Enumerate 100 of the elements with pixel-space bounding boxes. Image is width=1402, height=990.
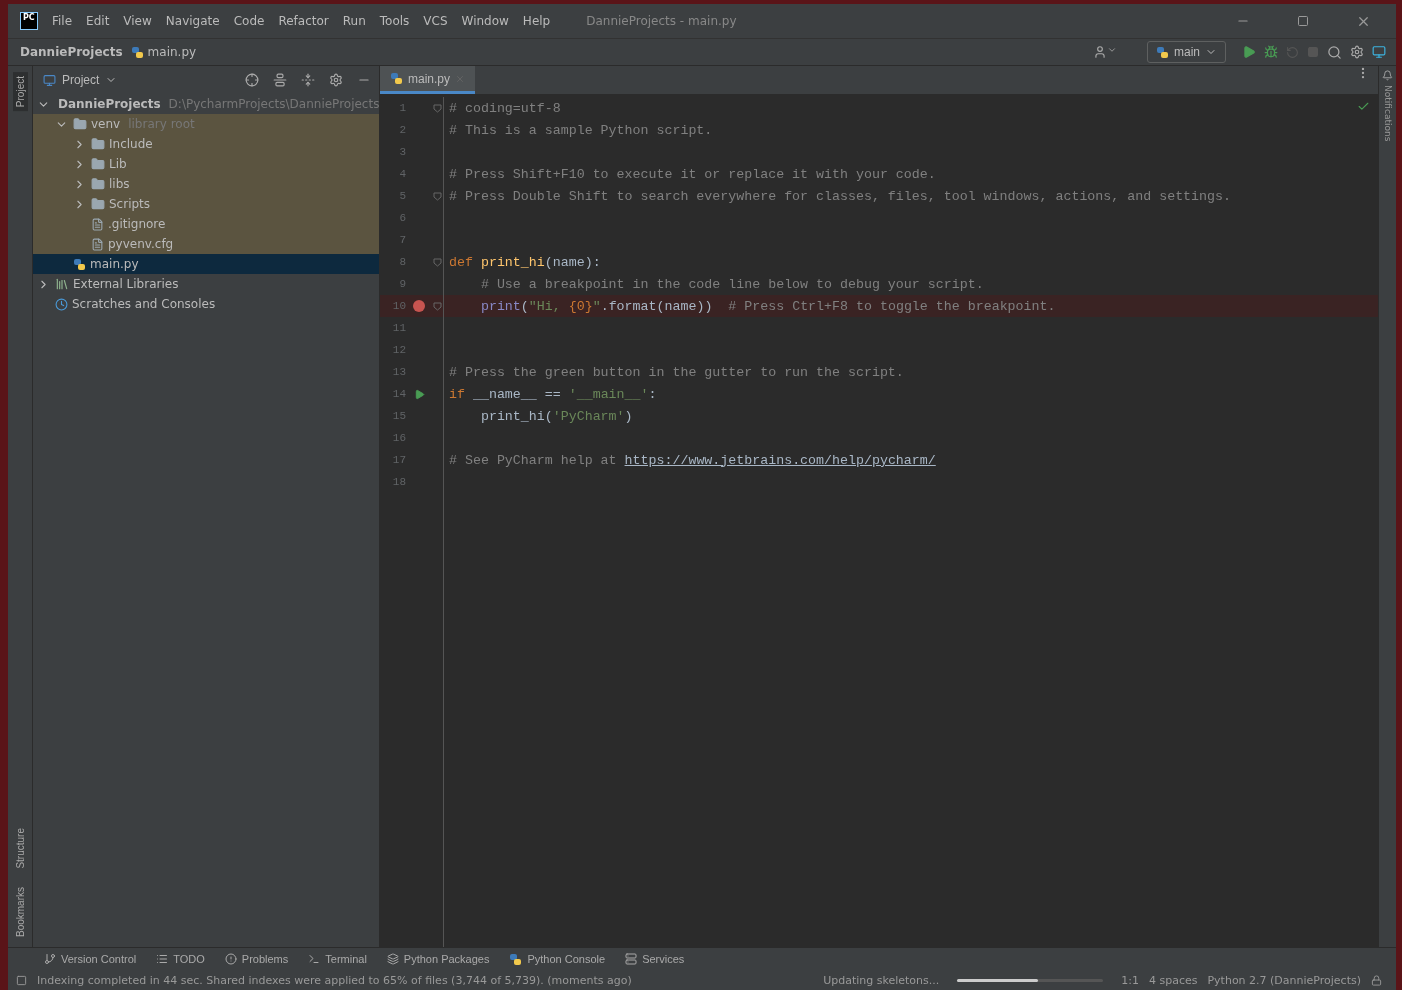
- bell-icon[interactable]: [1382, 70, 1393, 81]
- menu-item[interactable]: View: [123, 14, 152, 28]
- path-hint: D:\PycharmProjects\DannieProjects: [168, 97, 380, 111]
- fold-icon[interactable]: [433, 301, 442, 311]
- tree-item[interactable]: pyvenv.cfg: [33, 234, 379, 254]
- code-token: print_hi(: [479, 408, 553, 424]
- editor-tab[interactable]: main.py: [380, 66, 476, 94]
- folder-icon: [91, 157, 105, 171]
- status-message: Indexing completed in 44 sec. Shared indexes were applied to 65% of files (3,744 of 5,739). (moments ago): [37, 973, 632, 987]
- line-number: 18: [391, 476, 406, 488]
- code-token: print: [479, 298, 521, 314]
- interpreter-setting[interactable]: Python 2.7 (DannieProjects): [1207, 973, 1361, 987]
- code-token: # Use a breakpoint in the code line below to debug your script.: [479, 276, 984, 292]
- code-token: '__main__': [568, 386, 649, 402]
- library-icon: [55, 277, 69, 291]
- line-number: 14: [391, 388, 406, 400]
- tool-window-tab[interactable]: Structure: [12, 824, 28, 873]
- caret-position[interactable]: 1:1: [1121, 973, 1139, 987]
- maximize-icon: [1297, 15, 1309, 27]
- run-config-dropdown[interactable]: main: [1147, 41, 1226, 63]
- code-token: ): [624, 408, 633, 424]
- code-token: # coding=utf-8: [449, 100, 561, 116]
- menu-item[interactable]: Window: [461, 14, 509, 28]
- code-token: (: [520, 298, 529, 314]
- tree-item[interactable]: main.py: [33, 254, 379, 274]
- run-gutter-icon[interactable]: [413, 388, 425, 400]
- tree-item[interactable]: libs: [33, 174, 379, 194]
- menu-item[interactable]: Tools: [379, 14, 410, 28]
- tool-window-button[interactable]: Version Control: [44, 953, 137, 965]
- collapse-all-icon[interactable]: [301, 73, 315, 87]
- tool-window-button[interactable]: Services: [625, 953, 685, 965]
- settings-icon[interactable]: [1350, 45, 1364, 59]
- tree-item[interactable]: Scratches and Consoles: [33, 294, 379, 314]
- bug-icon[interactable]: [1264, 45, 1278, 59]
- tree-item[interactable]: Lib: [33, 154, 379, 174]
- crosshair-icon[interactable]: [245, 73, 259, 87]
- branch-icon: [44, 953, 56, 965]
- code-token: ": [592, 298, 601, 314]
- menu-item[interactable]: Help: [522, 14, 551, 28]
- menu-item[interactable]: File: [52, 14, 73, 28]
- tool-window-button[interactable]: TODO: [156, 953, 205, 965]
- breadcrumb[interactable]: main.py: [130, 45, 197, 59]
- code-token: # This is a sample Python script.: [449, 122, 713, 138]
- menu-item[interactable]: Refactor: [278, 14, 329, 28]
- tree-item[interactable]: Scripts: [33, 194, 379, 214]
- terminal-icon: [308, 953, 321, 965]
- folder-icon: [91, 137, 105, 151]
- folder-icon: [91, 177, 105, 191]
- task-label: Updating skeletons...: [823, 973, 940, 987]
- search-icon[interactable]: [1327, 44, 1342, 60]
- python-file-icon: [390, 72, 403, 85]
- tool-window-tab[interactable]: Bookmarks: [12, 883, 28, 941]
- alert-icon: [224, 953, 237, 965]
- menu-item[interactable]: Run: [342, 14, 366, 28]
- lock-icon[interactable]: [1371, 974, 1382, 986]
- tool-window-tab[interactable]: Notifications: [1382, 85, 1393, 142]
- line-number: 4: [398, 168, 406, 180]
- panel-toggle-icon[interactable]: [16, 974, 27, 986]
- tree-item[interactable]: Include: [33, 134, 379, 154]
- indent-setting[interactable]: 4 spaces: [1148, 973, 1198, 987]
- tool-window-tab[interactable]: Project: [12, 72, 28, 112]
- code-token: 'PyCharm': [552, 408, 625, 424]
- help-link[interactable]: https://www.jetbrains.com/help/pycharm/: [624, 452, 936, 468]
- menu-item[interactable]: Code: [233, 14, 265, 28]
- code-token: # Press the green button in the gutter to run the script.: [449, 364, 904, 380]
- project-view-dropdown[interactable]: Project: [43, 73, 118, 87]
- tree-item[interactable]: External Libraries: [33, 274, 379, 294]
- window-icon: [43, 73, 56, 87]
- tree-item[interactable]: DannieProjects D:\PycharmProjects\DannieProjects: [33, 94, 379, 114]
- tool-window-button[interactable]: Python Packages: [386, 953, 490, 965]
- file-icon: [91, 217, 104, 231]
- tool-window-button[interactable]: Problems: [224, 953, 289, 965]
- python-file-icon: [73, 257, 86, 271]
- fold-icon[interactable]: [433, 257, 442, 267]
- tree-item[interactable]: .gitignore: [33, 214, 379, 234]
- clock-icon: [55, 297, 68, 311]
- python-file-icon: [1156, 45, 1169, 59]
- line-number: 17: [391, 454, 406, 466]
- expand-all-icon[interactable]: [273, 73, 287, 87]
- monitor-icon[interactable]: [1372, 45, 1386, 59]
- code-token: {0}: [568, 298, 593, 314]
- line-number: 12: [391, 344, 406, 356]
- menu-item[interactable]: Edit: [86, 14, 110, 28]
- code-token: def: [449, 254, 474, 270]
- settings-icon[interactable]: [329, 73, 343, 87]
- fold-icon[interactable]: [433, 103, 442, 113]
- line-number: 3: [398, 146, 406, 158]
- user-icon[interactable]: [1093, 45, 1117, 59]
- breakpoint-icon[interactable]: [413, 300, 425, 312]
- folder-icon: [73, 117, 87, 131]
- code-token: # See PyCharm help at: [449, 452, 618, 468]
- line-number: 13: [391, 366, 406, 378]
- run-icon[interactable]: [1242, 45, 1256, 59]
- tool-window-button[interactable]: Python Console: [509, 952, 606, 966]
- code-token: __name__ ==: [472, 386, 562, 402]
- menu-item[interactable]: Navigate: [165, 14, 220, 28]
- fold-icon[interactable]: [433, 191, 442, 201]
- breadcrumb[interactable]: DannieProjects: [20, 45, 123, 59]
- menu-item[interactable]: VCS: [423, 14, 448, 28]
- tool-window-button[interactable]: Terminal: [308, 953, 367, 965]
